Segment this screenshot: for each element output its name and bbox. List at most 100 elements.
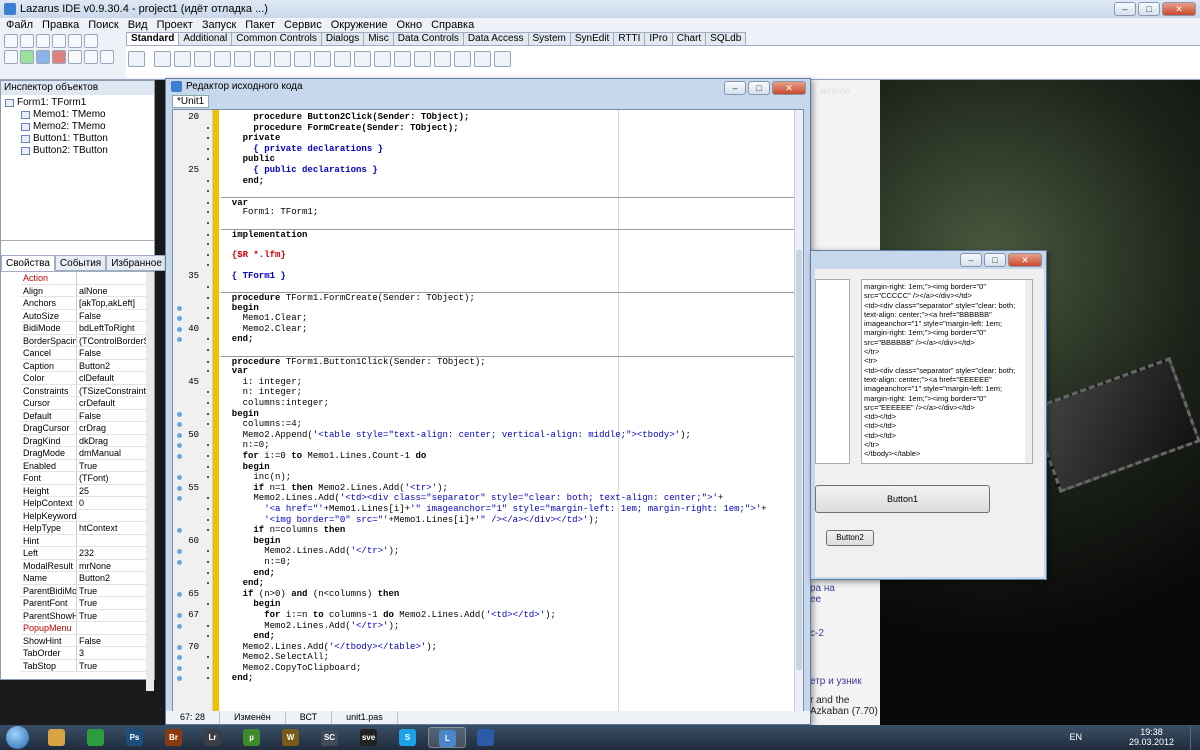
code-line[interactable]: private: [207, 133, 796, 144]
property-row[interactable]: Cancel False: [21, 347, 146, 360]
code-editor[interactable]: 20 procedure Button2Click(Sender: TObjec…: [172, 109, 804, 712]
property-scrollbar[interactable]: [146, 272, 154, 691]
palette-tab[interactable]: Common Controls: [231, 32, 322, 45]
code-line[interactable]: [207, 218, 796, 229]
code-line[interactable]: Memo1.Clear;: [177, 313, 796, 324]
menu-item[interactable]: Запуск: [202, 19, 236, 31]
tlabel-icon[interactable]: [214, 51, 231, 67]
code-line[interactable]: [207, 282, 796, 293]
pause-icon[interactable]: [36, 50, 50, 64]
save-all-icon[interactable]: [68, 34, 82, 48]
code-line[interactable]: Form1: TForm1;: [207, 207, 796, 218]
code-line[interactable]: var: [207, 366, 796, 377]
code-line[interactable]: end;: [207, 176, 796, 187]
taskbar-button[interactable]: L: [428, 727, 466, 748]
maximize-button[interactable]: □: [748, 81, 770, 95]
code-line[interactable]: n:=0;: [177, 557, 796, 568]
code-line[interactable]: begin: [177, 409, 796, 420]
code-line[interactable]: 67 for i:=n to columns-1 do Memo2.Lines.…: [177, 610, 796, 621]
code-line[interactable]: Memo2.Lines.Add('</tr>');: [177, 621, 796, 632]
tree-node[interactable]: Button1: TButton: [5, 133, 154, 145]
executable-line-marker-icon[interactable]: [177, 432, 182, 438]
property-value[interactable]: False: [77, 635, 146, 647]
palette-tab[interactable]: Dialogs: [320, 32, 365, 45]
code-line[interactable]: '<a href="'+Memo1.Lines[i]+'" imageancho…: [207, 504, 796, 515]
property-row[interactable]: ParentBidiModeTrue: [21, 584, 146, 597]
code-line[interactable]: 20 procedure Button2Click(Sender: TObjec…: [188, 112, 796, 123]
inspector-tab[interactable]: События: [54, 255, 107, 271]
code-line[interactable]: public: [207, 154, 796, 165]
property-row[interactable]: Font (TFont): [21, 472, 146, 485]
code-line[interactable]: end;: [207, 568, 796, 579]
code-line[interactable]: Memo2.Lines.Add('</tr>');: [177, 546, 796, 557]
ttogglebox-icon[interactable]: [274, 51, 291, 67]
code-line[interactable]: Memo2.SelectAll;: [177, 652, 796, 663]
bg-link[interactable]: етр и узник: [810, 676, 862, 687]
code-line[interactable]: begin: [207, 462, 796, 473]
code-line[interactable]: Memo2.CopyToClipboard;: [177, 663, 796, 674]
property-row[interactable]: HelpType htContext: [21, 522, 146, 535]
menu-item[interactable]: Проект: [157, 19, 193, 31]
property-row[interactable]: PopupMenu: [21, 622, 146, 635]
code-line[interactable]: end;: [207, 631, 796, 642]
property-value[interactable]: True: [77, 610, 146, 622]
tradiogroup-icon[interactable]: [414, 51, 431, 67]
new-form-icon[interactable]: [20, 34, 34, 48]
taskbar-button[interactable]: µ: [233, 727, 271, 748]
property-row[interactable]: HelpKeyword: [21, 509, 146, 522]
tlistbox-icon[interactable]: [334, 51, 351, 67]
property-row[interactable]: Anchors [akTop,akLeft]: [21, 297, 146, 310]
tgroupbox-icon[interactable]: [394, 51, 411, 67]
button2[interactable]: Button2: [826, 530, 874, 546]
property-value[interactable]: Button2: [77, 572, 146, 584]
code-line[interactable]: 35 { TForm1 }: [188, 271, 796, 282]
palette-tab[interactable]: Data Access: [462, 32, 529, 45]
inspector-tab[interactable]: Свойства: [1, 255, 55, 271]
property-value[interactable]: alNone: [77, 285, 146, 297]
palette-tab[interactable]: SQLdb: [705, 32, 747, 45]
bg-link[interactable]: c-2: [810, 628, 824, 639]
property-value[interactable]: False: [77, 410, 146, 422]
menu-item[interactable]: Пакет: [245, 19, 275, 31]
tree-node[interactable]: Memo2: TMemo: [5, 121, 154, 133]
taskbar-button[interactable]: W: [272, 727, 310, 748]
property-row[interactable]: Align alNone: [21, 284, 146, 297]
taskbar-button[interactable]: Lr: [194, 727, 232, 748]
property-value[interactable]: 232: [77, 547, 146, 559]
property-row[interactable]: ParentFont True: [21, 597, 146, 610]
property-row[interactable]: BorderSpacing (TControlBorderS: [21, 334, 146, 347]
code-line[interactable]: end;: [207, 578, 796, 589]
step-over-icon[interactable]: [84, 50, 98, 64]
property-row[interactable]: DragCursor crDrag: [21, 422, 146, 435]
property-value[interactable]: True: [77, 597, 146, 609]
property-value[interactable]: mrNone: [77, 560, 146, 572]
property-value[interactable]: bdLeftToRight: [77, 322, 146, 334]
palette-tab[interactable]: IPro: [644, 32, 673, 45]
palette-tab[interactable]: System: [527, 32, 571, 45]
menu-item[interactable]: Окружение: [331, 19, 388, 31]
bg-link[interactable]: ее: [810, 594, 821, 605]
tree-node[interactable]: Memo1: TMemo: [5, 109, 154, 121]
code-line[interactable]: procedure TForm1.Button1Click(Sender: TO…: [207, 355, 796, 367]
code-line[interactable]: Memo2.Lines.Add('<td><div class="separat…: [177, 493, 796, 504]
code-line[interactable]: 70 Memo2.Lines.Add('</tbody></table>');: [177, 642, 796, 653]
tree-node[interactable]: Button2: TButton: [5, 145, 154, 157]
tpanel-icon[interactable]: [454, 51, 471, 67]
executable-line-marker-icon[interactable]: [177, 612, 182, 618]
code-line[interactable]: end;: [177, 334, 796, 345]
tbutton-icon[interactable]: [194, 51, 211, 67]
property-value[interactable]: 25: [77, 485, 146, 497]
code-line[interactable]: n: integer;: [207, 387, 796, 398]
menu-item[interactable]: Вид: [128, 19, 148, 31]
minimize-button[interactable]: –: [724, 81, 746, 95]
toggle-form-icon[interactable]: [4, 50, 18, 64]
code-line[interactable]: [207, 345, 796, 356]
property-value[interactable]: False: [77, 310, 146, 322]
stop-icon[interactable]: [52, 50, 66, 64]
menu-item[interactable]: Поиск: [88, 19, 118, 31]
language-indicator[interactable]: EN: [1069, 732, 1082, 742]
code-line[interactable]: columns:integer;: [207, 398, 796, 409]
code-line[interactable]: inc(n);: [177, 472, 796, 483]
property-row[interactable]: Caption Button2: [21, 359, 146, 372]
tcheckgroup-icon[interactable]: [434, 51, 451, 67]
